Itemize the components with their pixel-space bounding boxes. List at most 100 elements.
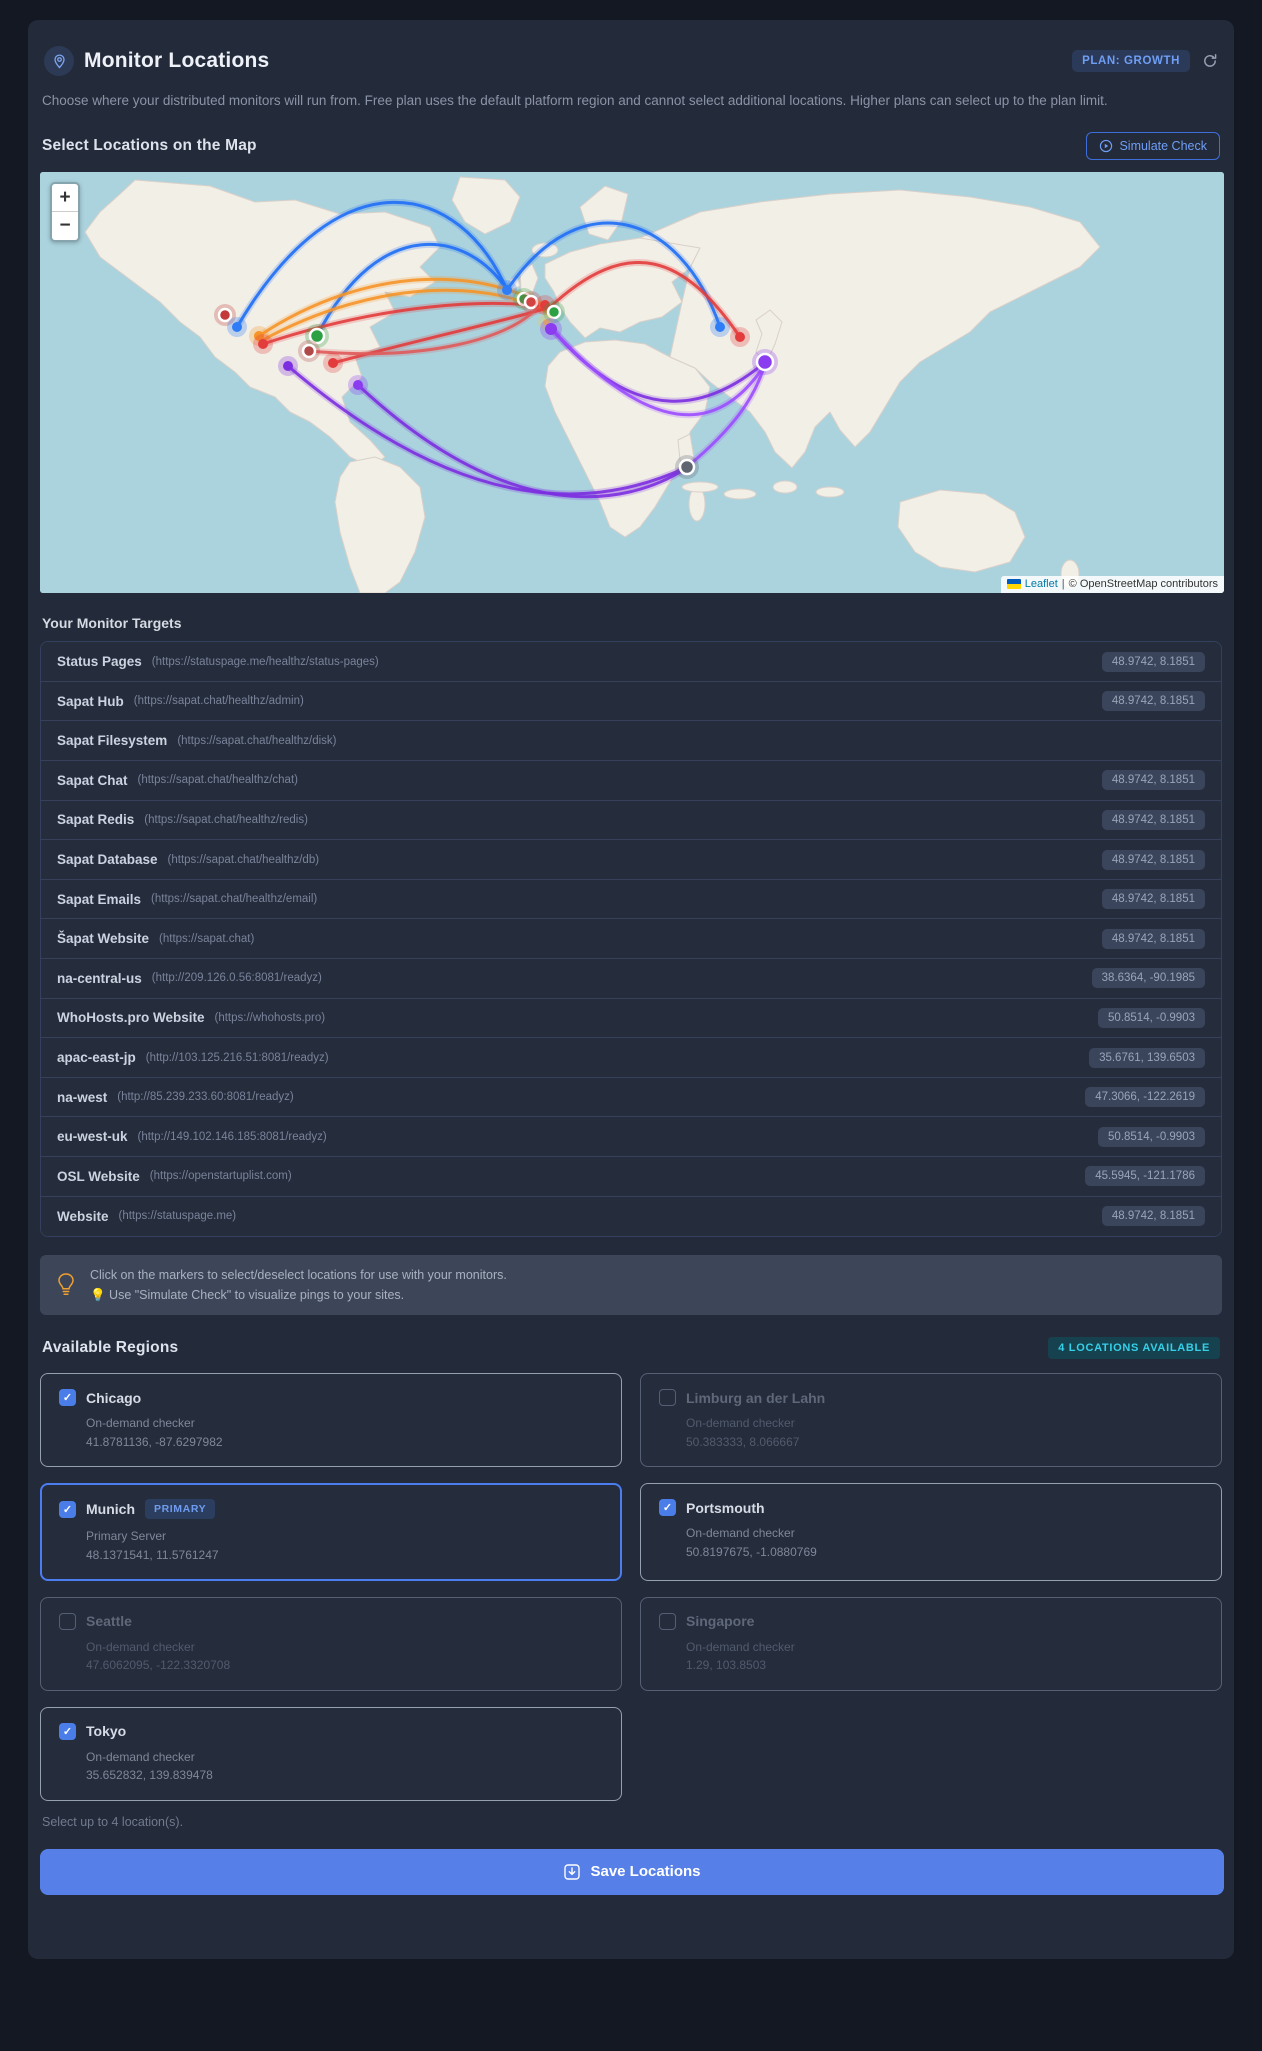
map-zoom-control: + − [50,182,80,243]
monitor-targets-list: Status Pages (https://statuspage.me/healt… [40,641,1222,1238]
zoom-in-button[interactable]: + [52,184,78,213]
target-url: (http://103.125.216.51:8081/readyz) [145,1051,329,1064]
location-pin-icon [44,46,74,76]
save-locations-label: Save Locations [590,1863,701,1881]
target-url: (https://sapat.chat/healthz/admin) [133,695,304,708]
target-name: eu-west-uk [57,1129,128,1145]
target-name: na-central-us [57,970,142,986]
target-coords-badge: 48.9742, 8.1851 [1101,651,1205,672]
region-checkbox[interactable] [659,1389,676,1407]
region-checkbox[interactable]: ✓ [59,1722,76,1740]
marker-us-purple-2[interactable] [353,380,363,391]
marker-na-central[interactable] [301,344,317,359]
region-card-tokyo[interactable]: ✓ Tokyo On-demand checker 35.652832, 139.83… [40,1706,622,1801]
region-card-chicago[interactable]: ✓ Chicago On-demand checker 41.8781136, -87… [40,1373,622,1468]
target-name: Sapat Database [57,852,158,868]
region-checkbox[interactable]: ✓ [59,1389,76,1407]
region-checker-type: On-demand checker [686,1639,795,1654]
ukraine-flag-icon [1006,579,1021,590]
region-coords: 50.383333, 8.066667 [686,1434,800,1449]
target-coords-badge: 48.9742, 8.1851 [1101,691,1205,712]
target-url: (https://sapat.chat/healthz/disk) [177,734,337,747]
marker-munich-purple[interactable] [545,323,557,336]
target-name: Sapat Redis [57,812,135,828]
region-card-singapore[interactable]: Singapore On-demand checker 1.29, 103.8503 [640,1596,1222,1691]
marker-japan-red[interactable] [735,332,745,343]
region-checker-type: On-demand checker [86,1749,195,1764]
marker-na-west[interactable] [232,322,242,333]
region-coords: 47.6062095, -122.3320708 [86,1658,231,1673]
target-row: na-central-us (http://209.126.0.56:8081/r… [41,959,1221,999]
target-name: Sapat Chat [57,772,128,788]
region-coords: 41.8781136, -87.6297982 [86,1434,223,1449]
target-coords-badge: 38.6364, -90.1985 [1091,968,1205,989]
region-checkbox[interactable]: ✓ [659,1499,676,1517]
marker-us-red[interactable] [258,339,268,350]
target-url: (http://209.126.0.56:8081/readyz) [151,972,322,985]
region-checker-type: On-demand checker [686,1416,795,1431]
page-title: Monitor Locations [84,49,270,72]
target-row: Sapat Chat (https://sapat.chat/healthz/ch… [41,761,1221,801]
simulate-check-label: Simulate Check [1119,139,1207,154]
marker-korea-blue[interactable] [715,322,725,333]
target-coords-badge: 50.8514, -0.9903 [1098,1126,1205,1147]
target-coords-badge: 48.9742, 8.1851 [1101,849,1205,870]
region-name: Chicago [86,1389,142,1406]
marker-us-purple-1[interactable] [283,361,293,372]
target-url: (https://statuspage.me/healthz/status-pa… [151,655,379,668]
region-name: Seattle [86,1613,132,1630]
region-checkbox[interactable] [659,1612,676,1630]
target-row: Sapat Redis (https://sapat.chat/healthz/r… [41,800,1221,841]
target-coords-badge: 48.9742, 8.1851 [1101,889,1205,910]
osm-attribution: © OpenStreetMap contributors [1068,578,1218,591]
simulate-check-button[interactable]: Simulate Check [1086,132,1220,161]
target-url: (https://whohosts.pro) [214,1011,326,1024]
target-url: (https://openstartuplist.com) [149,1170,292,1183]
target-coords-badge: 48.9742, 8.1851 [1101,809,1205,830]
target-row: apac-east-jp (http://103.125.216.51:8081/… [41,1038,1221,1078]
region-checkbox[interactable]: ✓ [59,1500,76,1518]
plan-badge: PLAN: GROWTH [1072,50,1190,72]
marker-singapore[interactable] [678,459,696,476]
marker-tokyo[interactable] [755,353,775,372]
marker-eu-blue[interactable] [502,285,512,296]
regions-grid: ✓ Chicago On-demand checker 41.8781136, -87… [40,1373,1222,1801]
region-name: Portsmouth [686,1499,765,1516]
world-map[interactable]: + − Leaflet | © OpenStreetMap contributo… [40,172,1224,594]
target-row: na-west (http://85.239.233.60:8081/readyz… [41,1077,1221,1118]
target-row: Šapat Website (https://sapat.chat) 48.9742… [41,919,1221,960]
marker-stlouis[interactable] [328,358,338,369]
refresh-icon[interactable] [1202,53,1218,69]
region-card-seattle[interactable]: Seattle On-demand checker 47.6062095, -122… [40,1596,622,1691]
region-card-limburg-an-der-lahn[interactable]: Limburg an der Lahn On-demand checker 50.3… [640,1373,1222,1468]
marker-seattle[interactable] [217,308,233,323]
target-coords-badge: 48.9742, 8.1851 [1101,928,1205,949]
region-card-portsmouth[interactable]: ✓ Portsmouth On-demand checker 50.8197675, … [640,1483,1222,1581]
target-url: (https://sapat.chat/healthz/redis) [144,813,308,826]
leaflet-link[interactable]: Leaflet [1025,578,1058,590]
play-circle-icon [1100,140,1113,153]
region-card-munich[interactable]: ✓ Munich PRIMARY Primary Server 48.1371541, … [40,1483,622,1581]
target-url: (http://149.102.146.185:8081/readyz) [137,1130,327,1143]
target-coords-badge: 50.8514, -0.9903 [1098,1007,1205,1028]
target-row: OSL Website (https://openstartuplist.com)… [41,1156,1221,1197]
target-coords-badge: 48.9742, 8.1851 [1101,770,1205,791]
target-row: Website (https://statuspage.me) 48.9742, 8… [41,1196,1221,1237]
zoom-out-button[interactable]: − [52,212,78,241]
target-name: Sapat Hub [57,693,124,709]
primary-badge: PRIMARY [145,1499,216,1520]
save-locations-button[interactable]: Save Locations [40,1848,1224,1895]
region-coords: 1.29, 103.8503 [686,1658,767,1673]
lightbulb-icon [58,1273,74,1296]
target-name: apac-east-jp [57,1050,136,1065]
region-coords: 50.8197675, -1.0880769 [686,1544,817,1559]
map-section-heading: Select Locations on the Map [42,137,257,155]
region-name: Limburg an der Lahn [686,1389,826,1406]
target-url: (https://sapat.chat/healthz/db) [167,853,320,866]
map-canvas [40,172,1224,594]
target-coords-badge: 48.9742, 8.1851 [1101,1206,1205,1227]
region-checkbox[interactable] [59,1612,76,1630]
target-coords-badge: 35.6761, 139.6503 [1089,1047,1205,1068]
target-url: (http://85.239.233.60:8081/readyz) [117,1091,294,1104]
targets-heading: Your Monitor Targets [42,615,182,632]
